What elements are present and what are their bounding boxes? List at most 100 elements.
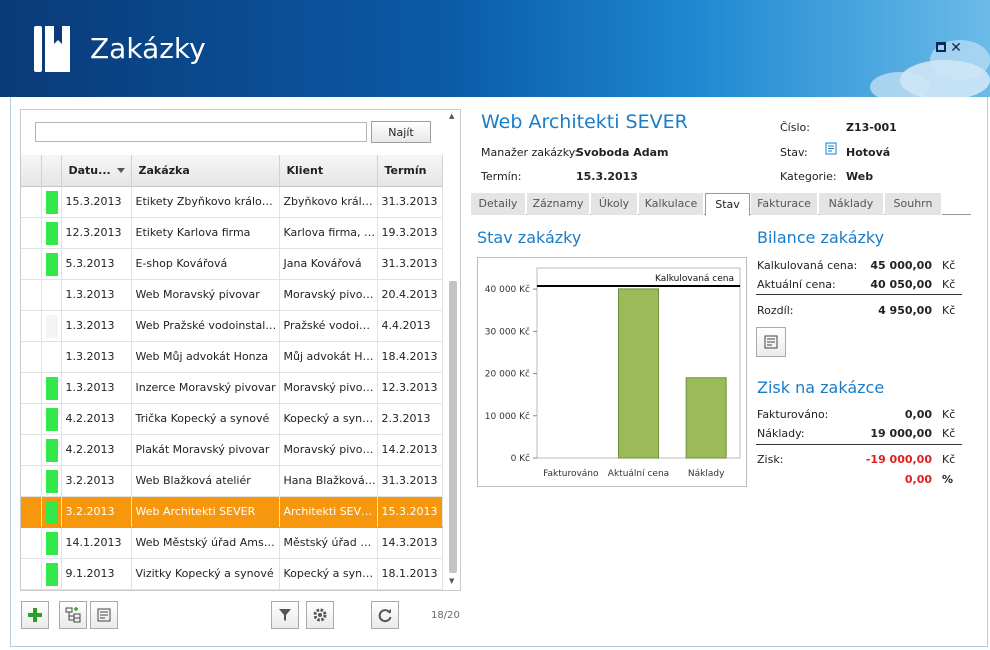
tab-1[interactable]: Detaily (471, 193, 526, 215)
column-header-date[interactable]: Datu... (61, 155, 132, 187)
y-tick-label: 40 000 Kč (485, 284, 530, 295)
status-color-mark (45, 190, 58, 214)
row-status-cell (41, 558, 62, 590)
status-header (41, 155, 62, 187)
settings-button[interactable] (306, 601, 334, 629)
category-label: Kategorie: (780, 170, 837, 183)
separator-line (756, 444, 962, 445)
table-row[interactable]: 9.1.2013 Vizitky Kopecký a synové Kopecký … (21, 558, 443, 590)
row-indicator (21, 496, 42, 528)
category-value: Web (846, 170, 874, 183)
profit-section-title: Zisk na zakázce (757, 378, 885, 397)
table-row[interactable]: 1.3.2013 Inzerce Moravský pivovar Moravský… (21, 372, 443, 404)
summary-unit: Kč (942, 304, 956, 317)
tab-7[interactable]: Náklady (819, 193, 884, 215)
summary-value: 45 000,00 (870, 259, 932, 272)
app-title: Zakázky (90, 32, 206, 65)
summary-label: Náklady: (757, 427, 805, 440)
tab-6[interactable]: Fakturace (751, 193, 818, 215)
tab-3[interactable]: Úkoly (591, 193, 638, 215)
cell-order-name: Inzerce Moravský pivovar (131, 372, 280, 404)
number-value: Z13-001 (846, 121, 897, 134)
column-header-term[interactable]: Termín (377, 155, 443, 187)
table-row[interactable]: 1.3.2013 Web Moravský pivovar Moravský piv… (21, 279, 443, 311)
row-status-cell (41, 527, 62, 559)
status-color-mark (46, 346, 58, 369)
row-indicator (21, 341, 42, 373)
scroll-thumb[interactable] (449, 281, 457, 573)
row-status-cell (41, 186, 62, 218)
bar (685, 377, 727, 459)
maximize-icon[interactable] (936, 42, 946, 52)
summary-value: 0,00 (904, 473, 932, 486)
app-header: Zakázky ✕ (0, 0, 990, 97)
search-button[interactable]: Najít (371, 121, 431, 143)
cell-date: 1.3.2013 (61, 310, 132, 342)
table-row[interactable]: 14.1.2013 Web Městský úřad Amster... Městs… (21, 527, 443, 559)
row-indicator (21, 465, 42, 497)
summary-label: Aktuální cena: (757, 278, 836, 291)
state-value: Hotová (846, 146, 891, 159)
orders-table: Datu... Zakázka Klient Termín 15.3.2013 E… (21, 155, 443, 590)
row-indicator (21, 558, 42, 590)
note-icon (764, 335, 778, 349)
column-header-client[interactable]: Klient (279, 155, 378, 187)
summary-unit: Kč (942, 453, 956, 466)
scroll-up-icon[interactable]: ▲ (449, 112, 454, 120)
table-row[interactable]: 12.3.2013 Etikety Karlova firma Karlova fi… (21, 217, 443, 249)
balance-note-button[interactable] (756, 327, 786, 357)
filter-button[interactable] (271, 601, 299, 629)
table-row[interactable]: 1.3.2013 Web Můj advokát Honza Můj advokát… (21, 341, 443, 373)
table-row[interactable]: 5.3.2013 E-shop Kovářová Jana Kovářová 31.3… (21, 248, 443, 280)
row-indicator (21, 372, 42, 404)
table-row[interactable]: 4.2.2013 Trička Kopecký a synové Kopecký a… (21, 403, 443, 435)
cell-date: 4.2.2013 (61, 403, 132, 435)
tab-2[interactable]: Záznamy (527, 193, 590, 215)
tab-4[interactable]: Kalkulace (639, 193, 704, 215)
tab-5[interactable]: Stav (705, 193, 750, 216)
notes-button[interactable] (90, 601, 118, 629)
column-header-order[interactable]: Zakázka (131, 155, 280, 187)
cell-date: 4.2.2013 (61, 434, 132, 466)
cell-order-name: Vizitky Kopecký a synové (131, 558, 280, 590)
row-status-cell (41, 496, 62, 528)
row-indicator (21, 403, 42, 435)
cell-date: 3.2.2013 (61, 496, 132, 528)
table-row[interactable]: 15.3.2013 Etikety Zbyňkovo království Zbyň… (21, 186, 443, 218)
row-indicator (21, 248, 42, 280)
cell-term: 18.1.2013 (377, 558, 443, 590)
cell-client: Kopecký a synové (279, 403, 378, 435)
status-color-mark (45, 531, 58, 555)
separator-line (756, 294, 962, 295)
hierarchy-button[interactable] (59, 601, 87, 629)
status-chart-box: 0 Kč 10 000 Kč 20 000 Kč 30 000 Kč 40 000 Kč… (477, 257, 747, 487)
summary-label: Fakturováno: (757, 408, 829, 421)
add-order-button[interactable] (21, 601, 49, 629)
summary-unit: Kč (942, 278, 956, 291)
cell-term: 18.4.2013 (377, 341, 443, 373)
search-input[interactable] (35, 122, 367, 142)
term-label: Termín: (481, 170, 522, 183)
cell-order-name: E-shop Kovářová (131, 248, 280, 280)
close-icon[interactable]: ✕ (950, 41, 962, 55)
cell-term: 15.3.2013 (377, 496, 443, 528)
table-row[interactable]: 4.2.2013 Plakát Moravský pivovar Moravský … (21, 434, 443, 466)
grid-scrollbar[interactable]: ▲ ▼ (445, 109, 461, 591)
order-title: Web Architekti SEVER (481, 111, 688, 133)
cell-term: 31.3.2013 (377, 248, 443, 280)
cell-client: Zbyňkovo králov... (279, 186, 378, 218)
row-indicator (21, 434, 42, 466)
table-row[interactable]: 3.2.2013 Web Blažková ateliér Hana Blažkov… (21, 465, 443, 497)
y-tick-label: 10 000 Kč (485, 411, 530, 422)
status-color-mark (45, 314, 58, 338)
cell-client: Architekti SEVER... (279, 496, 378, 528)
cell-client: Moravský pivov... (279, 279, 378, 311)
tab-8[interactable]: Souhrn (885, 193, 942, 215)
scroll-down-icon[interactable]: ▼ (449, 577, 454, 585)
table-row[interactable]: 1.3.2013 Web Pražské vodoinstalace Pražské… (21, 310, 443, 342)
table-row[interactable]: 3.2.2013 Web Architekti SEVER Architekti S… (21, 496, 443, 528)
cell-client: Karlova firma, s.... (279, 217, 378, 249)
refresh-button[interactable] (371, 601, 399, 629)
cell-term: 19.3.2013 (377, 217, 443, 249)
balance-section-title: Bilance zakázky (757, 228, 885, 247)
